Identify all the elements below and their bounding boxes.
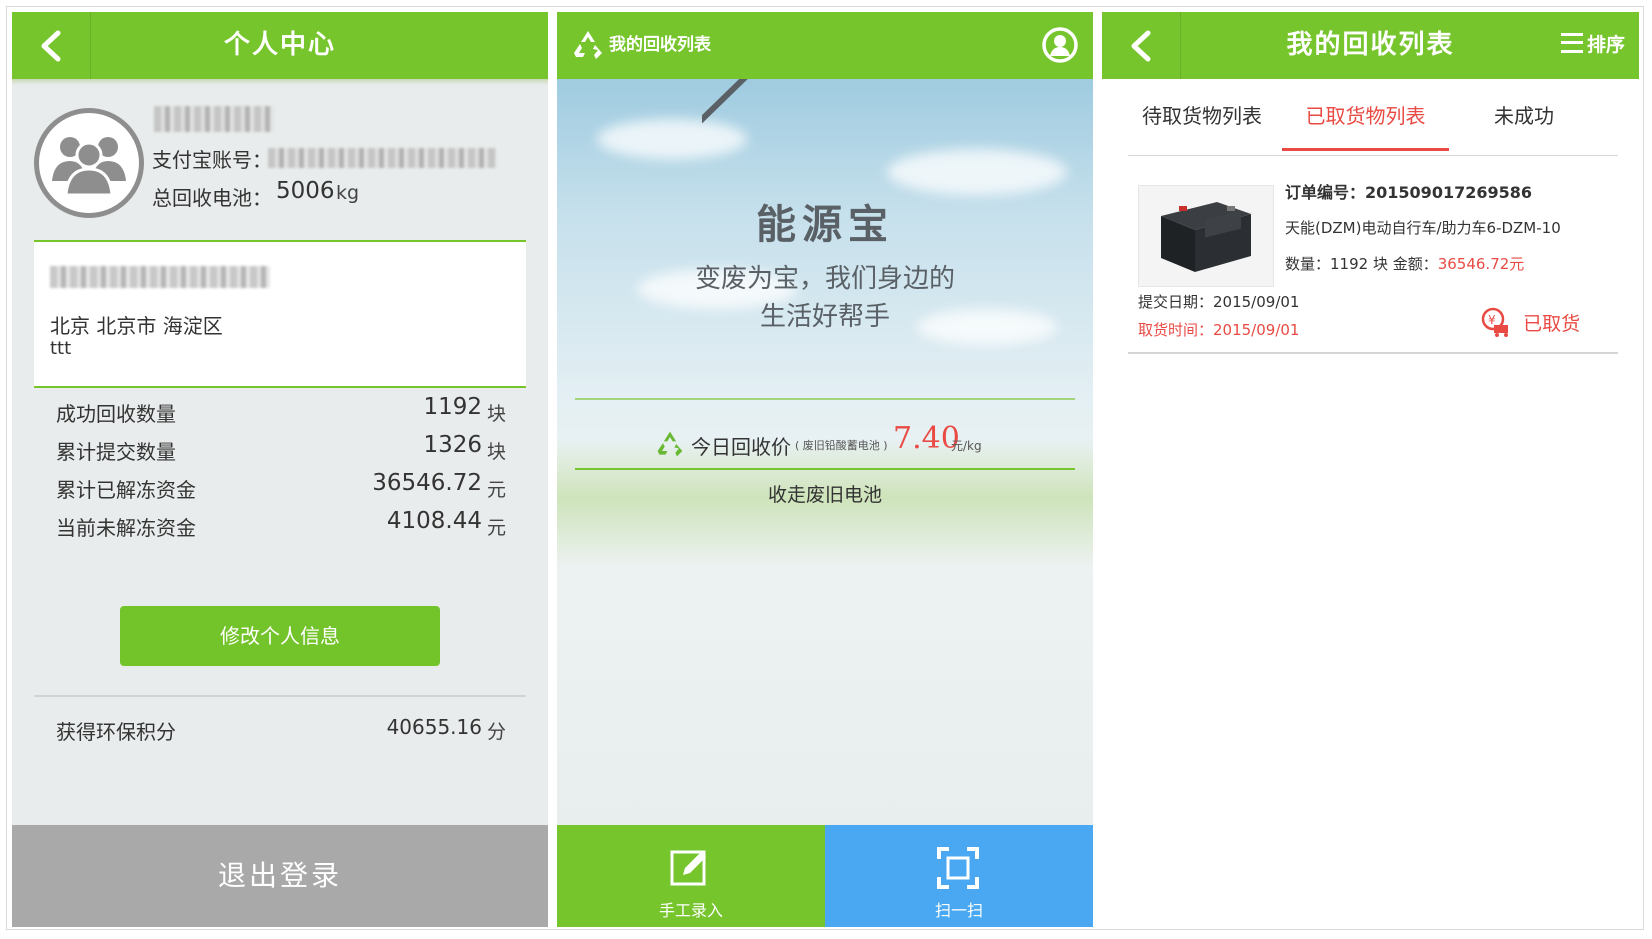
product-name: 天能(DZM)电动自行车/助力车6-DZM-10	[1285, 219, 1561, 237]
scan-label: 扫一扫	[934, 901, 983, 920]
stat-label: 累计已解冻资金	[56, 478, 196, 502]
recycle-list-screen: 我的回收列表 排序 待取货物列表 已取货物列表 未成功 订单编号：2015090…	[1102, 12, 1639, 927]
sort-button[interactable]: 排序	[1560, 12, 1625, 79]
recycle-icon	[657, 431, 683, 457]
manual-entry-label: 手工录入	[658, 901, 723, 920]
page-title: 个人中心	[223, 30, 336, 60]
tab-failed[interactable]: 未成功	[1449, 79, 1599, 153]
slogan-line-2: 生活好帮手	[759, 302, 890, 332]
scan-icon	[937, 847, 979, 889]
divider	[34, 695, 526, 697]
stat-row: 累计提交数量 1326 块	[56, 432, 506, 470]
username-blurred	[154, 106, 274, 132]
manual-entry-button[interactable]: 手工录入	[557, 825, 825, 927]
quantity-amount: 数量：1192 块 金额：36546.72元	[1285, 253, 1524, 274]
address-region: 北京 北京市 海淀区	[50, 314, 223, 338]
points-row: 获得环保积分 40655.16 分	[56, 712, 506, 750]
total-recycled-value: 5006	[276, 178, 335, 204]
header-bar: 我的回收列表	[557, 12, 1093, 79]
product-thumbnail	[1138, 185, 1274, 287]
points-label: 获得环保积分	[56, 720, 176, 744]
stat-label: 当前未解冻资金	[56, 516, 196, 540]
stat-value: 1192	[423, 394, 482, 420]
edit-profile-button[interactable]: 修改个人信息	[120, 606, 440, 666]
status-badge: ¥ 已取货	[1480, 307, 1580, 337]
stat-unit: 元	[486, 479, 506, 501]
price-label: 今日回收价	[691, 435, 791, 459]
stat-unit: 元	[486, 517, 506, 539]
user-group-icon	[52, 137, 126, 197]
price-unit: 元/kg	[951, 439, 982, 453]
amount-value: 36546.72元	[1437, 255, 1525, 273]
slogan-line-1: 变废为宝，我们身边的	[694, 264, 955, 294]
svg-text:¥: ¥	[1488, 313, 1496, 327]
alipay-label: 支付宝账号：	[152, 148, 272, 172]
scan-button[interactable]: 扫一扫	[825, 825, 1093, 927]
stat-unit: 块	[486, 403, 506, 425]
list-icon	[1560, 33, 1583, 53]
sort-label: 排序	[1586, 34, 1625, 56]
price-note: ( 废旧铅酸蓄电池 )	[795, 439, 888, 452]
collect-battery-link[interactable]: 收走废旧电池	[557, 480, 1093, 507]
alipay-account-blurred	[268, 148, 496, 168]
header-bar: 个人中心	[12, 12, 548, 85]
stat-value: 4108.44	[386, 508, 482, 534]
personal-center-screen: 个人中心 支付宝账号： 总回收电池： 5006 kg 北京 北京市 海淀区 tt…	[12, 12, 548, 927]
logout-button[interactable]: 退出登录	[12, 825, 548, 927]
avatar[interactable]	[34, 108, 144, 218]
total-recycled-label: 总回收电池：	[152, 186, 272, 210]
status-label: 已取货	[1523, 312, 1581, 335]
divider	[575, 398, 1075, 400]
stat-value: 36546.72	[372, 470, 482, 496]
stat-row: 当前未解冻资金 4108.44 元	[56, 508, 506, 546]
total-recycled-unit: kg	[336, 182, 360, 204]
divider	[575, 468, 1075, 470]
recycle-icon	[574, 31, 602, 59]
tab-pending[interactable]: 待取货物列表	[1122, 79, 1282, 153]
header-bar: 我的回收列表 排序	[1102, 12, 1639, 79]
submit-date: 提交日期：2015/09/01	[1138, 293, 1300, 311]
stat-row: 成功回收数量 1192 块	[56, 394, 506, 432]
address-card[interactable]: 北京 北京市 海淀区 ttt	[34, 240, 526, 388]
points-unit: 分	[486, 721, 506, 743]
profile-button[interactable]	[1041, 26, 1079, 64]
stat-label: 成功回收数量	[56, 402, 176, 426]
divider	[1128, 155, 1618, 156]
order-number: 订单编号：201509017269586	[1285, 179, 1532, 203]
page-title: 我的回收列表	[1286, 30, 1455, 60]
stat-row: 累计已解冻资金 36546.72 元	[56, 470, 506, 508]
contact-blurred	[50, 266, 270, 288]
brand-name: 能源宝	[756, 202, 894, 248]
address-detail: ttt	[50, 338, 72, 359]
delivery-truck-icon: ¥	[1481, 307, 1508, 337]
stat-unit: 块	[486, 441, 506, 463]
active-tab-indicator	[1282, 148, 1449, 151]
edit-icon	[670, 850, 706, 886]
stat-value: 1326	[423, 432, 482, 458]
battery-image	[1161, 202, 1251, 272]
price-value: 7.40	[893, 421, 960, 456]
pickup-time: 取货时间：2015/09/01	[1138, 321, 1300, 339]
order-number-label: 订单编号：	[1285, 183, 1366, 202]
points-value: 40655.16	[386, 715, 482, 739]
stat-label: 累计提交数量	[56, 440, 176, 464]
tab-bar: 待取货物列表 已取货物列表 未成功	[1102, 79, 1639, 155]
quantity-label: 数量：1192 块 金额：	[1285, 255, 1438, 273]
divider	[1128, 352, 1618, 354]
order-number-value: 201509017269586	[1365, 183, 1533, 202]
page-title: 我的回收列表	[609, 35, 711, 55]
home-screen: 我的回收列表 能源宝 变废为宝，我们身边的 生活好帮手 今日回收价 ( 废旧铅酸…	[557, 12, 1093, 927]
user-circle-icon	[1042, 27, 1078, 63]
tab-picked-up[interactable]: 已取货物列表	[1282, 79, 1449, 153]
